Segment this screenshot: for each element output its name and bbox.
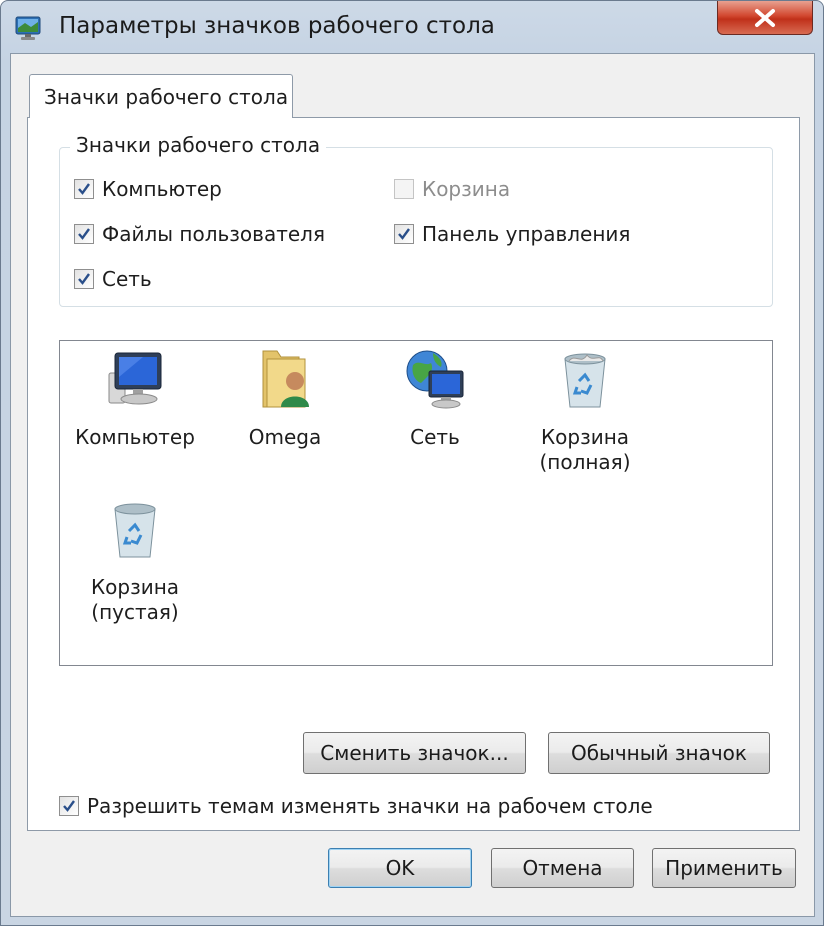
checkbox-box[interactable] (74, 269, 94, 289)
checkmark-icon (78, 228, 90, 240)
tab-panel: Значки рабочего стола Компьютер Файлы по… (27, 117, 800, 831)
icon-item-computer[interactable]: Компьютер (60, 347, 210, 450)
checkbox-label: Разрешить темам изменять значки на рабоч… (87, 794, 653, 818)
checkbox-user-files[interactable]: Файлы пользователя (74, 222, 325, 246)
tab-desktop-icons[interactable]: Значки рабочего стола (29, 74, 293, 118)
user-folder-icon (262, 350, 309, 408)
group-title: Значки рабочего стола (70, 133, 327, 157)
checkmark-icon (398, 228, 410, 240)
checkmark-icon (78, 273, 90, 285)
dialog-window: Параметры значков рабочего стола Значки … (0, 0, 824, 926)
dialog-client-area: Значки рабочего стола Значки рабочего ст… (10, 53, 815, 917)
icon-item-recycle-bin-full[interactable]: Корзина (полная) (510, 347, 660, 475)
window-title: Параметры значков рабочего стола (59, 13, 495, 39)
apply-button[interactable]: Применить (652, 848, 796, 888)
desktop-icons-group: Значки рабочего стола Компьютер Файлы по… (59, 133, 773, 307)
icon-label: Корзина (пустая) (90, 575, 180, 624)
desktop-settings-icon (15, 16, 41, 40)
icon-label: Сеть (410, 425, 460, 449)
change-icon-button[interactable]: Сменить значок... (303, 732, 526, 774)
checkbox-computer[interactable]: Компьютер (74, 177, 222, 201)
checkbox-allow-themes[interactable]: Разрешить темам изменять значки на рабоч… (59, 794, 653, 818)
checkbox-box-disabled (394, 179, 414, 199)
computer-icon (108, 352, 162, 405)
icon-item-network[interactable]: Сеть (360, 347, 510, 450)
checkbox-label: Сеть (102, 267, 152, 291)
checkbox-control-panel[interactable]: Панель управления (394, 222, 630, 246)
recycle-bin-full-icon (564, 353, 606, 408)
icon-item-user-folder[interactable]: Omega (210, 347, 360, 450)
icon-label: Корзина (полная) (539, 425, 631, 474)
checkbox-network[interactable]: Сеть (74, 267, 152, 291)
checkbox-box[interactable] (74, 224, 94, 244)
icon-label: Omega (248, 425, 322, 449)
checkbox-label: Компьютер (102, 177, 222, 201)
title-bar[interactable]: Параметры значков рабочего стола (1, 1, 823, 53)
checkmark-icon (63, 800, 75, 812)
ok-button[interactable]: OK (328, 848, 472, 888)
default-icon-button[interactable]: Обычный значок (548, 732, 770, 774)
checkbox-box[interactable] (74, 179, 94, 199)
checkbox-box[interactable] (394, 224, 414, 244)
icon-list[interactable]: Компьютер Omega Сеть Корзина (полная) Ко… (59, 340, 773, 666)
network-icon (406, 350, 464, 409)
close-icon (755, 8, 775, 27)
icon-item-recycle-bin-empty[interactable]: Корзина (пустая) (60, 497, 210, 625)
close-button[interactable] (717, 1, 813, 35)
checkbox-label: Файлы пользователя (102, 222, 325, 246)
icon-label: Компьютер (75, 425, 195, 449)
checkbox-recycle-bin: Корзина (394, 177, 510, 201)
checkmark-icon (78, 183, 90, 195)
checkbox-box[interactable] (59, 796, 79, 816)
checkbox-label: Панель управления (422, 222, 631, 246)
recycle-bin-empty-icon (114, 503, 156, 558)
checkbox-label: Корзина (422, 177, 511, 201)
cancel-button[interactable]: Отмена (491, 848, 634, 888)
